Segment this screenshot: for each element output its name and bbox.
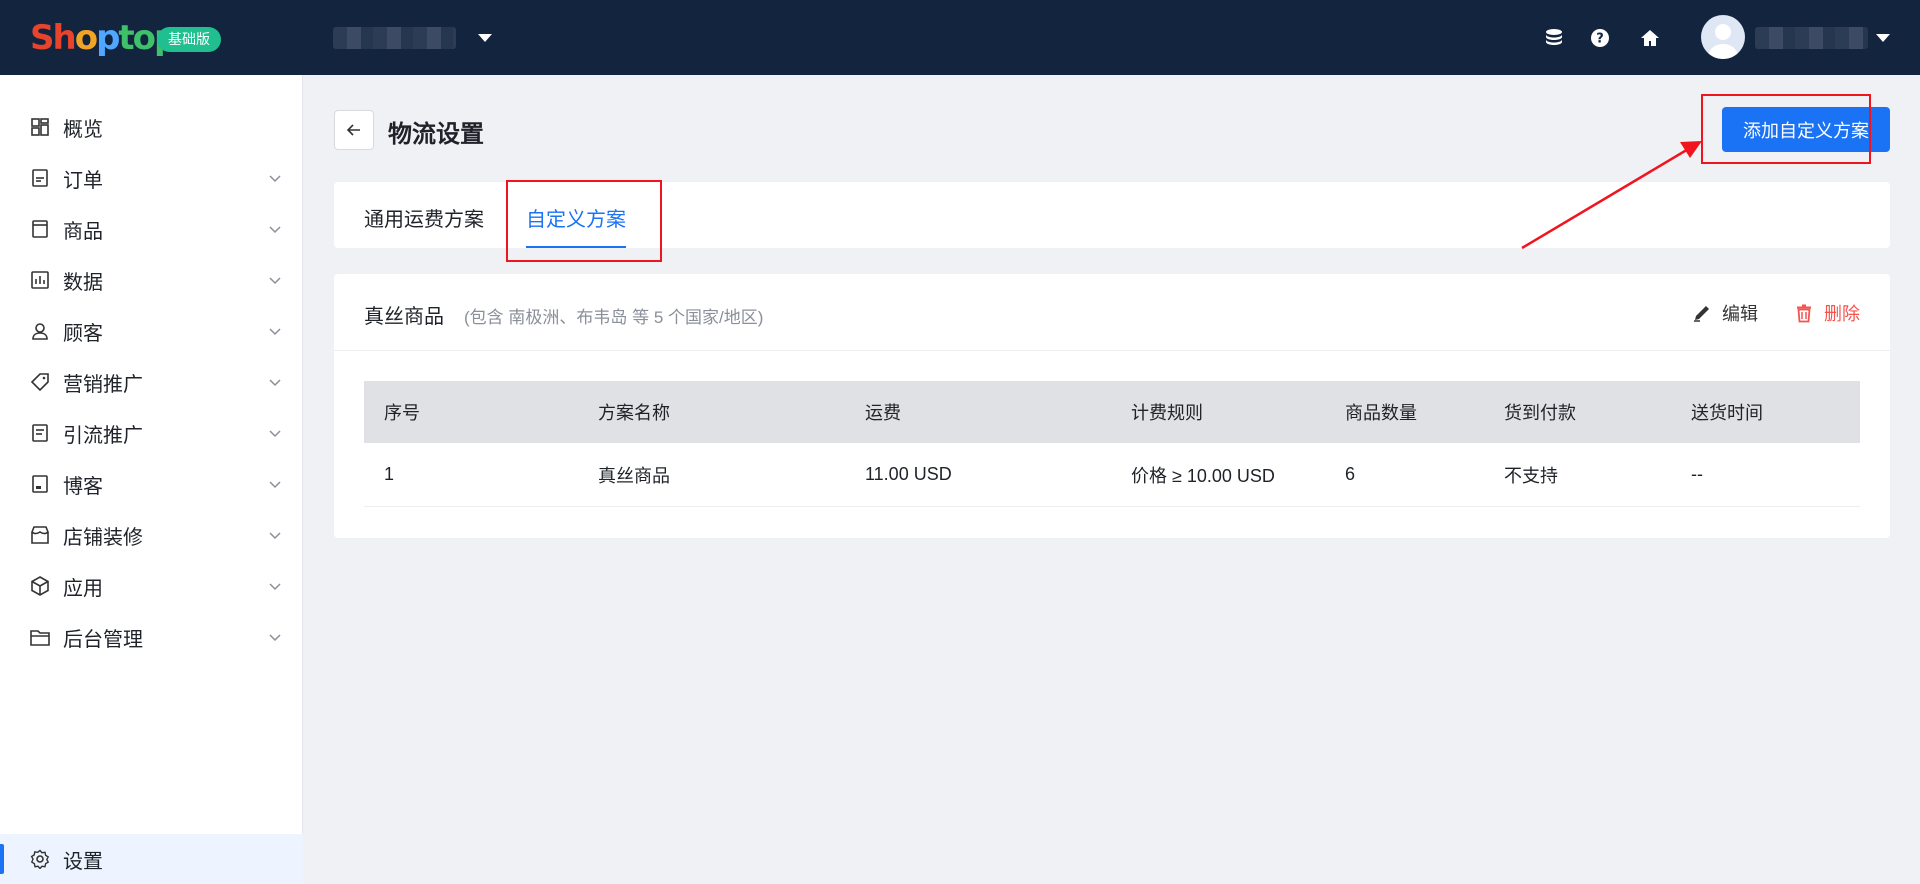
sidebar-item-store-design[interactable]: 店铺装修	[0, 510, 303, 560]
logo-part: o	[74, 18, 98, 58]
sidebar-item-orders[interactable]: 订单	[0, 153, 303, 203]
column-header: 计费规则	[1131, 403, 1203, 423]
blog-icon	[32, 475, 48, 493]
user-icon	[32, 323, 48, 340]
pencil-icon	[1694, 306, 1709, 322]
plan-header: 真丝商品 (包含 南极洲、布韦岛 等 5 个国家/地区) 编辑 删除	[334, 274, 1890, 351]
sidebar-item-label: 引流推广	[63, 424, 143, 447]
annotation-box-add-button	[1701, 94, 1871, 164]
table-cell: --	[1691, 464, 1703, 484]
column-header: 货到付款	[1504, 403, 1576, 423]
sidebar-item-label: 订单	[63, 169, 103, 192]
sidebar-item-label: 设置	[63, 850, 103, 873]
help-icon[interactable]: ?	[1590, 28, 1610, 48]
page-title: 物流设置	[388, 121, 484, 148]
sidebar-item-label: 博客	[63, 475, 103, 498]
gear-icon	[30, 849, 50, 869]
sidebar-item-settings[interactable]: 设置	[0, 834, 303, 884]
sidebar-item-admin[interactable]: 后台管理	[0, 612, 303, 662]
sidebar-item-label: 店铺装修	[63, 526, 143, 549]
back-button[interactable]	[334, 110, 374, 150]
plan-name: 真丝商品	[364, 306, 444, 328]
table-cell: 6	[1345, 464, 1356, 484]
trash-icon	[1797, 304, 1811, 323]
plan-table: 序号 方案名称 运费 计费规则 商品数量 货到付款 送货时间 1 真丝商品 11…	[364, 381, 1860, 507]
plan-card: 真丝商品 (包含 南极洲、布韦岛 等 5 个国家/地区) 编辑 删除 序号 方案…	[334, 274, 1890, 538]
tab-general-shipping[interactable]: 通用运费方案	[364, 203, 484, 232]
chevron-down-icon	[269, 328, 281, 336]
sidebar-item-marketing[interactable]: 营销推广	[0, 357, 303, 407]
table-cell: 11.00 USD	[865, 464, 952, 484]
database-icon[interactable]	[1544, 28, 1564, 48]
sidebar-item-customers[interactable]: 顾客	[0, 306, 303, 356]
edit-button[interactable]: 编辑	[1692, 300, 1758, 326]
column-header: 运费	[865, 403, 901, 423]
table-cell: 真丝商品	[598, 465, 670, 486]
edit-label: 编辑	[1722, 304, 1758, 324]
order-icon	[32, 169, 48, 187]
column-header: 方案名称	[598, 403, 670, 423]
store-name-redacted	[333, 27, 456, 49]
sidebar-item-label: 商品	[63, 220, 103, 243]
user-avatar[interactable]	[1701, 15, 1745, 59]
delete-label: 删除	[1824, 304, 1860, 324]
store-icon	[31, 526, 49, 544]
plan-region-note: (包含 南极洲、布韦岛 等 5 个国家/地区)	[464, 308, 764, 327]
dashboard-icon	[31, 118, 49, 136]
tag-icon	[30, 373, 49, 392]
delete-button[interactable]: 删除	[1794, 300, 1860, 326]
top-bar: Shoptop 基础版 ?	[0, 0, 1920, 75]
sidebar-item-data[interactable]: 数据	[0, 255, 303, 305]
sidebar-item-label: 营销推广	[63, 373, 143, 396]
table-cell: 不支持	[1504, 465, 1558, 486]
chevron-down-icon	[269, 532, 281, 540]
chevron-down-icon	[269, 583, 281, 591]
table-row: 1 真丝商品 11.00 USD 价格 ≥ 10.00 USD 6 不支持 --	[364, 443, 1860, 507]
edition-badge: 基础版	[157, 27, 221, 52]
sidebar-item-blog[interactable]: 博客	[0, 459, 303, 509]
logo-part: p	[96, 18, 120, 58]
chevron-down-icon	[269, 430, 281, 438]
annotation-box-custom-tab	[506, 180, 662, 262]
app-icon	[31, 576, 49, 596]
sidebar-item-label: 数据	[63, 271, 103, 294]
sidebar: 概览 订单 商品 数据 顾客 营销推广 引流推广 博客 店铺装修 应用 后台管理…	[0, 75, 303, 884]
column-header: 商品数量	[1345, 403, 1417, 423]
sidebar-item-label: 顾客	[63, 322, 103, 345]
user-name-redacted	[1755, 27, 1868, 49]
logo-part: Sh	[30, 18, 77, 58]
column-header: 送货时间	[1691, 403, 1763, 423]
sidebar-item-products[interactable]: 商品	[0, 204, 303, 254]
caret-down-icon	[478, 34, 492, 42]
chevron-down-icon	[269, 481, 281, 489]
table-cell: 价格 ≥ 10.00 USD	[1131, 465, 1275, 486]
arrow-left-icon	[346, 124, 360, 136]
table-cell: 1	[384, 464, 395, 484]
product-icon	[32, 220, 48, 238]
sidebar-item-label: 应用	[63, 577, 103, 600]
chevron-down-icon	[269, 379, 281, 387]
svg-text:?: ?	[1596, 32, 1604, 47]
column-header: 序号	[384, 403, 420, 423]
home-icon[interactable]	[1640, 28, 1660, 48]
sidebar-item-label: 概览	[63, 118, 103, 141]
chart-icon	[31, 271, 49, 289]
sidebar-item-overview[interactable]: 概览	[0, 102, 303, 152]
sidebar-item-apps[interactable]: 应用	[0, 561, 303, 611]
user-menu[interactable]	[1755, 27, 1890, 49]
table-header: 序号 方案名称 运费 计费规则 商品数量 货到付款 送货时间	[364, 381, 1860, 443]
store-selector[interactable]	[333, 27, 492, 49]
chevron-down-icon	[269, 634, 281, 642]
chevron-down-icon	[269, 226, 281, 234]
folder-icon	[30, 630, 50, 646]
caret-down-icon	[1876, 34, 1890, 42]
chevron-down-icon	[269, 277, 281, 285]
sidebar-item-traffic[interactable]: 引流推广	[0, 408, 303, 458]
traffic-icon	[32, 424, 48, 442]
chevron-down-icon	[269, 175, 281, 183]
shoptop-logo[interactable]: Shoptop	[30, 18, 178, 58]
sidebar-item-label: 后台管理	[63, 628, 143, 651]
